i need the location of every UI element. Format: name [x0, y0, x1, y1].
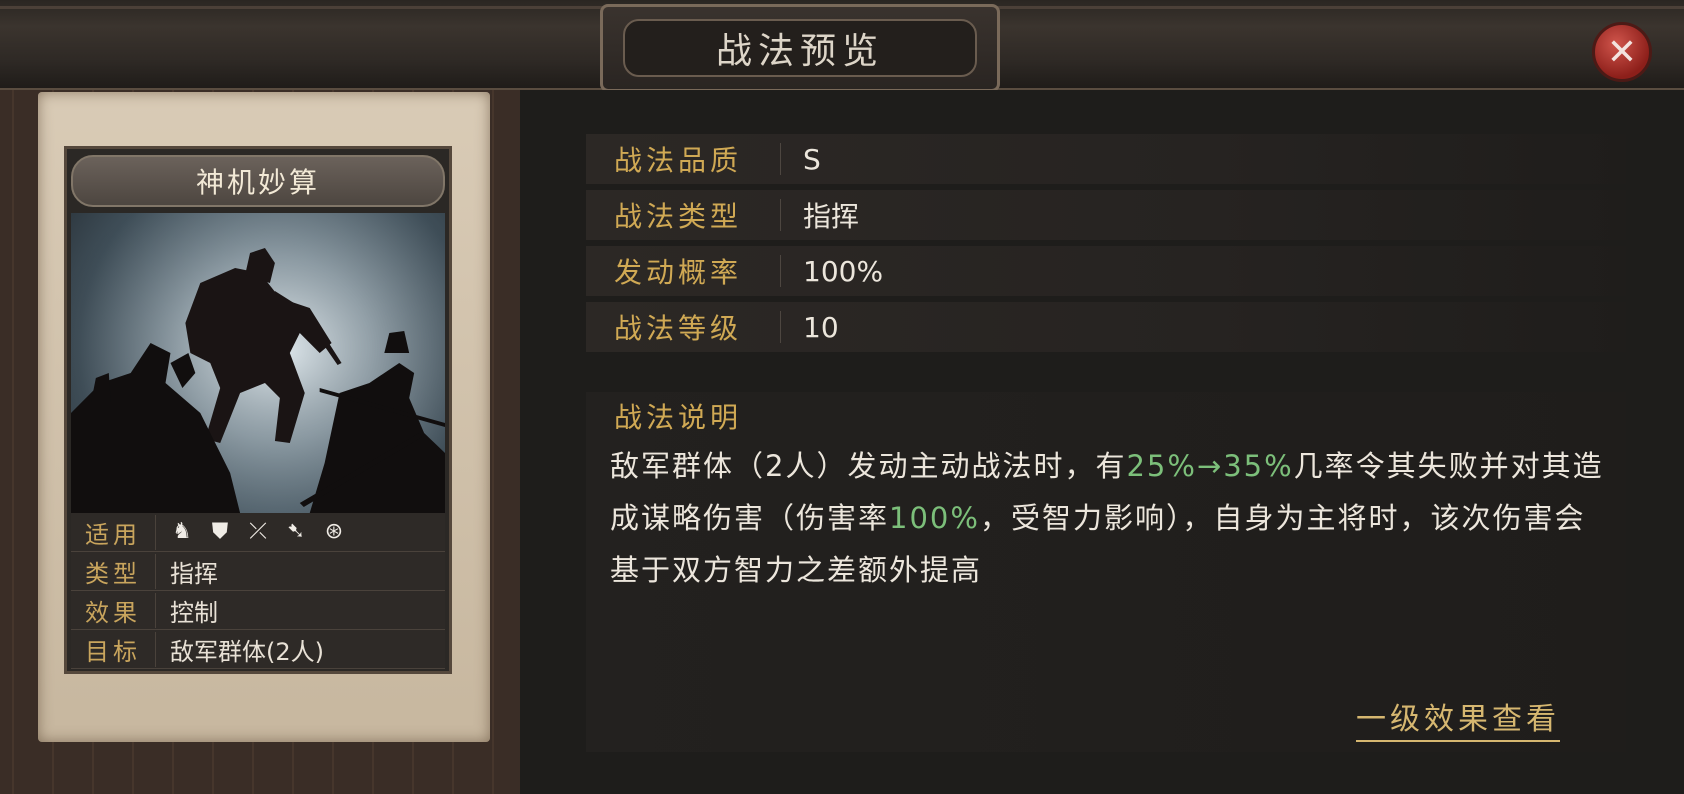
title-plate: 战法预览 — [600, 4, 1000, 92]
close-button[interactable]: ✕ — [1592, 22, 1652, 82]
siege-icon: ⊛ — [324, 519, 344, 544]
card-row-label: 目标 — [71, 631, 156, 667]
stat-row-level: 战法等级 10 — [586, 302, 1626, 352]
shield-icon: ⛊ — [211, 519, 229, 544]
stat-row-type: 战法类型 指挥 — [586, 190, 1626, 240]
card-row-effect: 效果 控制 — [71, 591, 445, 630]
description-panel: 战法说明 敌军群体（2人）发动主动战法时，有25%→35%几率令其失败并对其造成… — [586, 392, 1626, 752]
card-row-value: 敌军群体(2人) — [170, 637, 324, 666]
skill-illustration — [71, 213, 445, 513]
stat-value: S — [803, 142, 821, 176]
stat-row-quality: 战法品质 S — [586, 134, 1626, 184]
troop-type-icons: ♞ ⛊ ⤫ ➷ ⊛ — [156, 520, 346, 544]
description-text: 敌军群体（2人）发动主动战法时，有25%→35%几率令其失败并对其造成谋略伤害（… — [610, 440, 1610, 596]
stat-value: 指挥 — [803, 200, 860, 233]
trigger-rate: 25%→35% — [1126, 449, 1294, 483]
skill-card: 神机妙算 适用 ♞ ⛊ ⤫ ➷ ⊛ 类型 指挥 效果 控制 目标 敌军群体(2人… — [64, 146, 452, 674]
card-row-label: 类型 — [71, 553, 156, 589]
stat-row-probability: 发动概率 100% — [586, 246, 1626, 296]
card-row-value: 控制 — [170, 598, 218, 627]
close-icon: ✕ — [1606, 31, 1638, 73]
cavalry-icon: ♞ — [172, 519, 192, 544]
stat-value: 100% — [803, 254, 884, 288]
card-row-apply: 适用 ♞ ⛊ ⤫ ➷ ⊛ — [71, 513, 445, 552]
stat-label: 发动概率 — [614, 256, 743, 289]
card-row-label: 效果 — [71, 592, 156, 628]
card-row-type: 类型 指挥 — [71, 552, 445, 591]
page-title: 战法预览 — [715, 31, 884, 72]
card-row-value: 指挥 — [170, 559, 218, 588]
stat-label: 战法品质 — [614, 144, 743, 177]
stat-label: 战法类型 — [614, 200, 743, 233]
stat-label: 战法等级 — [614, 312, 743, 345]
bow-icon: ⤫ — [249, 519, 267, 544]
damage-rate: 100% — [889, 501, 980, 535]
battle-silhouette-art — [71, 213, 445, 513]
description-part: 敌军群体（2人）发动主动战法时，有 — [610, 449, 1127, 483]
card-row-target: 目标 敌军群体(2人) — [71, 630, 445, 669]
spear-icon: ➷ — [286, 519, 306, 544]
description-title: 战法说明 — [614, 401, 743, 434]
level-one-effect-link[interactable]: 一级效果查看 — [1356, 694, 1560, 742]
card-row-label: 适用 — [71, 514, 156, 550]
skill-name: 神机妙算 — [71, 155, 445, 207]
stat-value: 10 — [803, 310, 839, 344]
